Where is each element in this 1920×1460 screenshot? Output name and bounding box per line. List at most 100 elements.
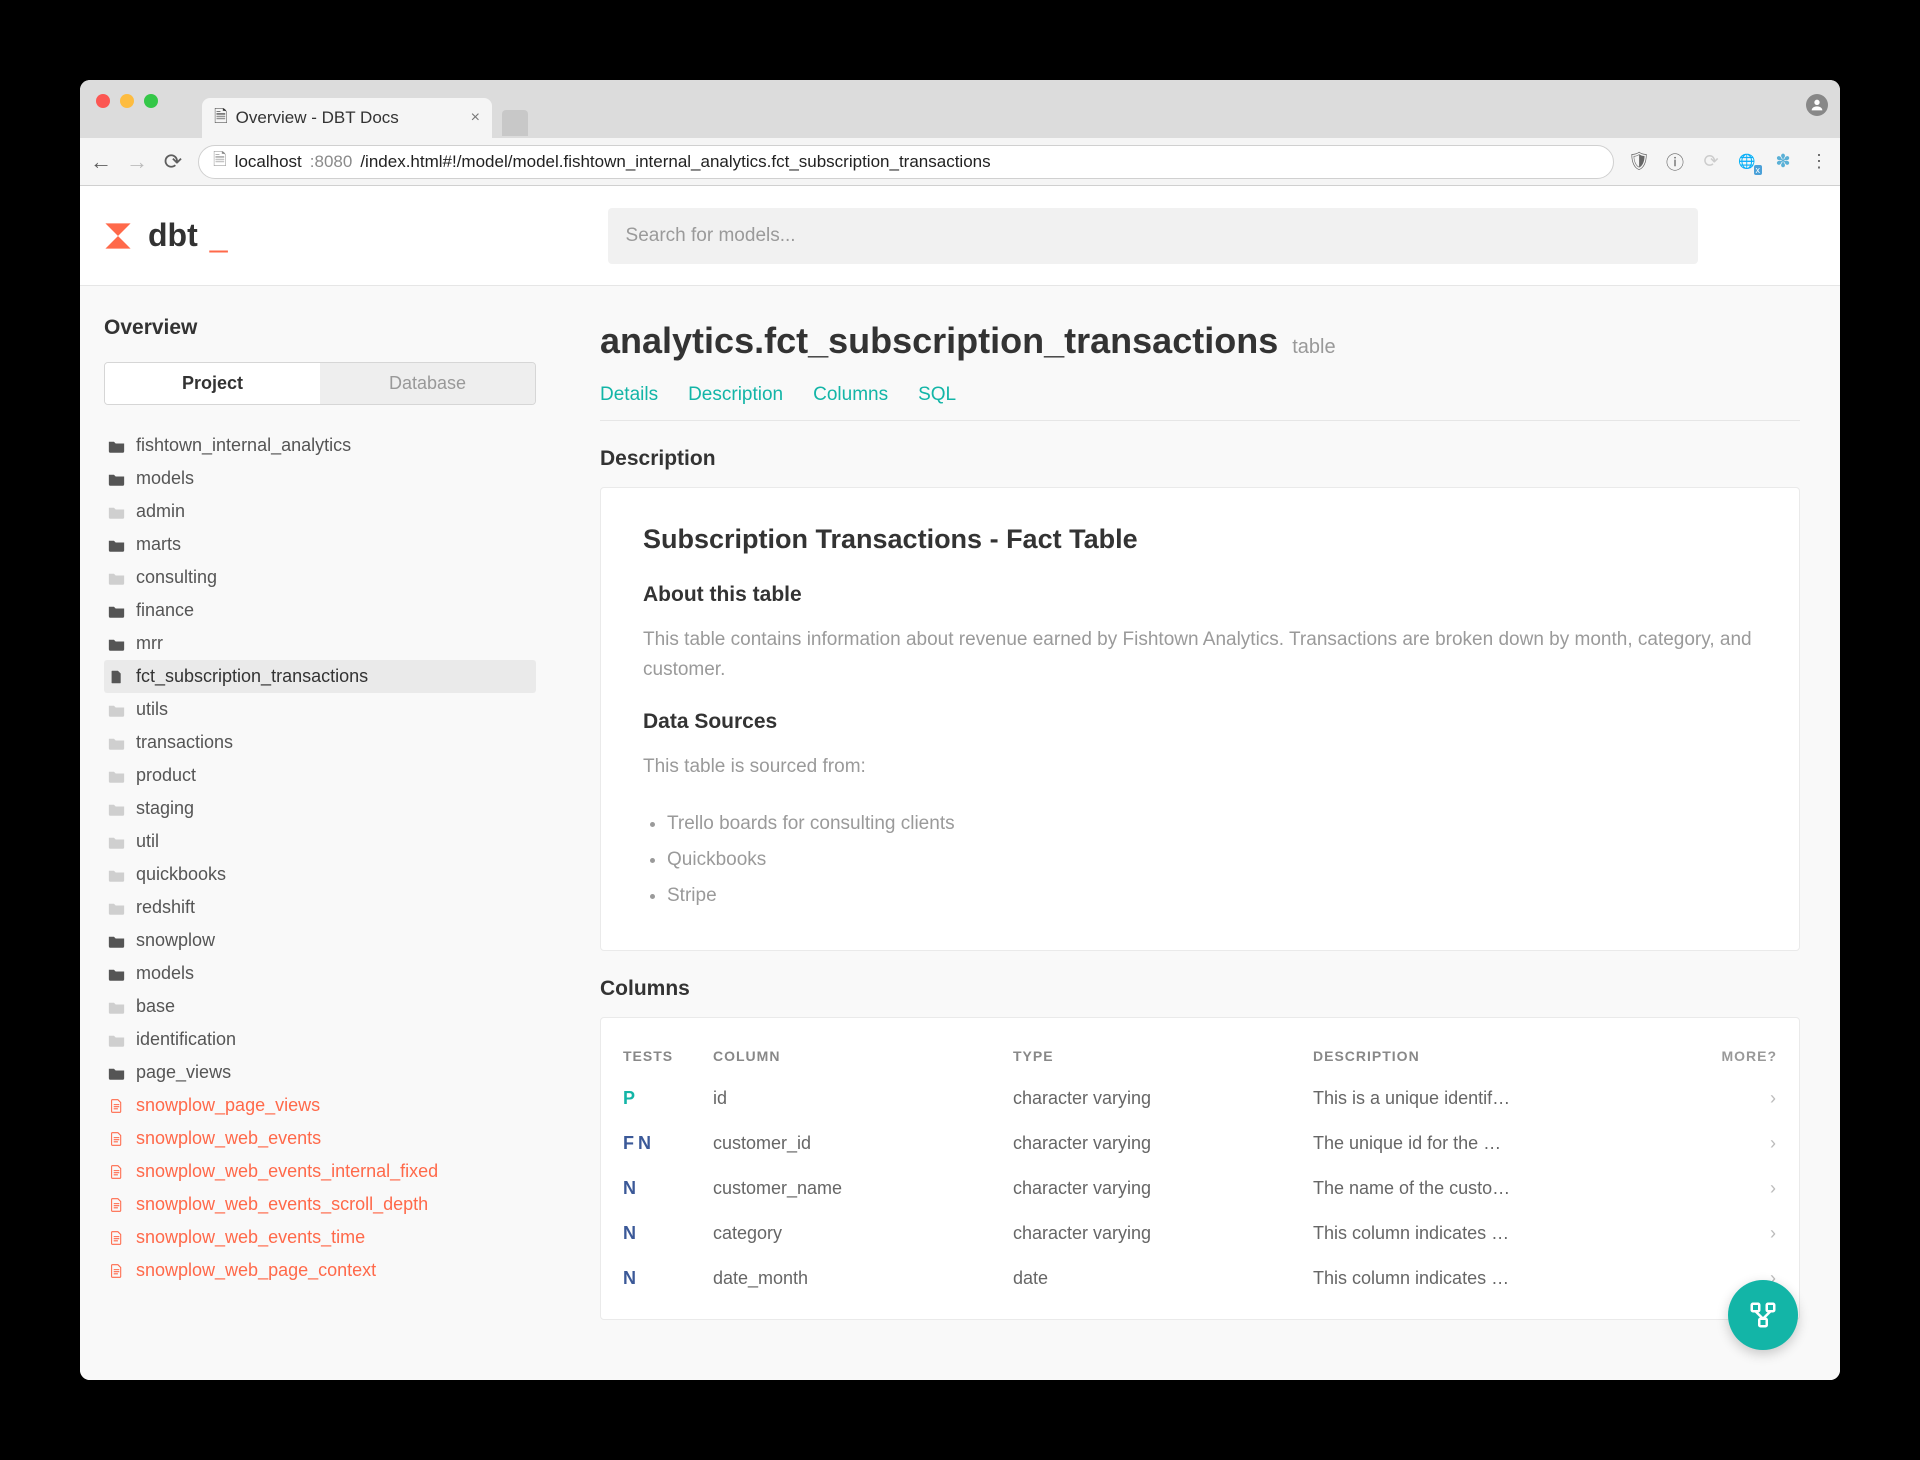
content: analytics.fct_subscription_transactions … xyxy=(560,286,1840,1380)
tree-item-label: identification xyxy=(136,1029,236,1050)
column-row[interactable]: Ncategorycharacter varyingThis column in… xyxy=(601,1211,1799,1256)
page-info-icon[interactable]: 🗎 xyxy=(213,147,227,176)
minimize-window-icon[interactable] xyxy=(120,94,134,108)
tree-item[interactable]: snowplow_web_events xyxy=(104,1122,536,1155)
tree-item[interactable]: quickbooks xyxy=(104,858,536,891)
tree-item[interactable]: utils xyxy=(104,693,536,726)
tree-item-label: snowplow_web_page_context xyxy=(136,1260,376,1281)
column-name: date_month xyxy=(713,1268,1013,1289)
chevron-right-icon[interactable]: › xyxy=(1707,1133,1777,1154)
folder-open-icon xyxy=(108,1066,126,1080)
tree-item[interactable]: mrr xyxy=(104,627,536,660)
column-row[interactable]: FNcustomer_idcharacter varyingThe unique… xyxy=(601,1121,1799,1166)
tree-item[interactable]: models xyxy=(104,957,536,990)
tree-item-label: marts xyxy=(136,534,181,555)
sidebar-title: Overview xyxy=(104,316,536,340)
kebab-menu-icon[interactable]: ⋮ xyxy=(1808,151,1830,173)
column-name: id xyxy=(713,1088,1013,1109)
globe-icon[interactable]: 🌐x xyxy=(1736,151,1758,173)
tree-item[interactable]: identification xyxy=(104,1023,536,1056)
folder-closed-icon xyxy=(108,868,126,882)
close-tab-icon[interactable]: × xyxy=(471,109,480,127)
back-icon[interactable]: ← xyxy=(90,149,112,175)
tree-item[interactable]: snowplow_web_events_time xyxy=(104,1221,536,1254)
chevron-right-icon[interactable]: › xyxy=(1707,1223,1777,1244)
column-type: character varying xyxy=(1013,1223,1313,1244)
tree-item[interactable]: transactions xyxy=(104,726,536,759)
column-desc: The name of the custo… xyxy=(1313,1178,1707,1199)
tree-item[interactable]: models xyxy=(104,462,536,495)
extension-icons: 🛡 ⓘ ⟳ 🌐x ✽ ⋮ xyxy=(1628,151,1830,173)
tree-item[interactable]: snowplow xyxy=(104,924,536,957)
tab-details[interactable]: Details xyxy=(600,384,658,406)
tree-item[interactable]: base xyxy=(104,990,536,1023)
tab-database[interactable]: Database xyxy=(320,363,535,404)
tree-item-label: util xyxy=(136,831,159,852)
reload-icon[interactable]: ⟳ xyxy=(162,149,184,175)
shield-icon[interactable]: 🛡 xyxy=(1628,151,1650,173)
tree-item[interactable]: fishtown_internal_analytics xyxy=(104,429,536,462)
tree-item-label: admin xyxy=(136,501,185,522)
tree-item[interactable]: util xyxy=(104,825,536,858)
column-row[interactable]: Ncustomer_namecharacter varyingThe name … xyxy=(601,1166,1799,1211)
new-tab-button[interactable] xyxy=(502,110,528,136)
tests-cell: N xyxy=(623,1223,713,1244)
tree-item[interactable]: page_views xyxy=(104,1056,536,1089)
column-desc: This column indicates … xyxy=(1313,1223,1707,1244)
maximize-window-icon[interactable] xyxy=(144,94,158,108)
tree-item[interactable]: marts xyxy=(104,528,536,561)
file-orange-icon xyxy=(108,1165,126,1179)
test-badge: N xyxy=(623,1223,636,1244)
about-heading: About this table xyxy=(643,583,1757,607)
tree-item-label: snowplow_web_events xyxy=(136,1128,321,1149)
tree-item[interactable]: snowplow_web_page_context xyxy=(104,1254,536,1287)
tree-item[interactable]: consulting xyxy=(104,561,536,594)
about-text: This table contains information about re… xyxy=(643,625,1757,686)
header-column: COLUMN xyxy=(713,1048,1013,1064)
url-path: /index.html#!/model/model.fishtown_inter… xyxy=(360,152,990,172)
column-type: character varying xyxy=(1013,1088,1313,1109)
info-icon[interactable]: ⓘ xyxy=(1664,151,1686,173)
folder-closed-icon xyxy=(108,769,126,783)
tests-cell: P xyxy=(623,1088,713,1109)
tree-item[interactable]: product xyxy=(104,759,536,792)
snowflake-icon[interactable]: ✽ xyxy=(1772,151,1794,173)
tree-item[interactable]: finance xyxy=(104,594,536,627)
sync-icon[interactable]: ⟳ xyxy=(1700,151,1722,173)
chevron-right-icon[interactable]: › xyxy=(1707,1088,1777,1109)
lineage-icon xyxy=(1748,1300,1778,1330)
browser-tab[interactable]: 🗎 Overview - DBT Docs × xyxy=(202,98,492,138)
tree-item[interactable]: staging xyxy=(104,792,536,825)
column-desc: The unique id for the … xyxy=(1313,1133,1707,1154)
tab-project[interactable]: Project xyxy=(105,363,320,404)
tree-item[interactable]: snowplow_page_views xyxy=(104,1089,536,1122)
logo-cursor: _ xyxy=(210,217,228,254)
tree-item[interactable]: snowplow_web_events_scroll_depth xyxy=(104,1188,536,1221)
tab-description[interactable]: Description xyxy=(688,384,783,406)
tree-item[interactable]: admin xyxy=(104,495,536,528)
url-bar[interactable]: 🗎 localhost:8080/index.html#!/model/mode… xyxy=(198,145,1614,179)
column-row[interactable]: Ndate_monthdateThis column indicates …› xyxy=(601,1256,1799,1301)
chevron-right-icon[interactable]: › xyxy=(1707,1178,1777,1199)
description-heading: Description xyxy=(600,447,1800,471)
profile-avatar-icon[interactable] xyxy=(1806,94,1828,116)
column-row[interactable]: Pidcharacter varyingThis is a unique ide… xyxy=(601,1076,1799,1121)
lineage-fab-button[interactable] xyxy=(1728,1280,1798,1350)
tab-sql[interactable]: SQL xyxy=(918,384,956,406)
test-badge: N xyxy=(623,1178,636,1199)
folder-closed-icon xyxy=(108,571,126,585)
dbt-logo[interactable]: dbt _ xyxy=(100,217,228,254)
forward-icon[interactable]: → xyxy=(126,149,148,175)
tree-item[interactable]: fct_subscription_transactions xyxy=(104,660,536,693)
tree-item[interactable]: redshift xyxy=(104,891,536,924)
column-desc: This is a unique identif… xyxy=(1313,1088,1707,1109)
tab-columns[interactable]: Columns xyxy=(813,384,888,406)
search-input[interactable] xyxy=(608,208,1698,264)
close-window-icon[interactable] xyxy=(96,94,110,108)
sources-intro: This table is sourced from: xyxy=(643,752,1757,782)
app-header: dbt _ xyxy=(80,186,1840,286)
logo-text: dbt xyxy=(148,217,198,254)
tree-item[interactable]: snowplow_web_events_internal_fixed xyxy=(104,1155,536,1188)
model-title: analytics.fct_subscription_transactions xyxy=(600,320,1278,362)
tree-item-label: page_views xyxy=(136,1062,231,1083)
